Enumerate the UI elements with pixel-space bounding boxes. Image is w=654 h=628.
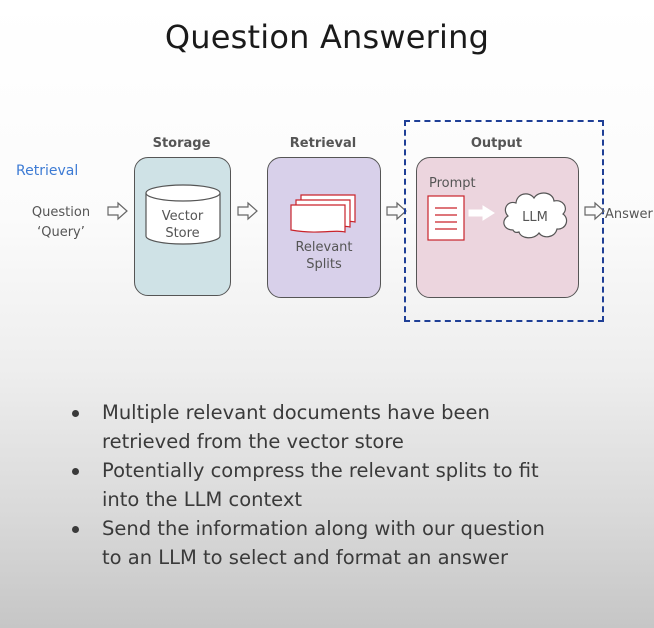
bullet-dot-icon — [72, 526, 79, 533]
output-highlight-frame — [404, 120, 604, 322]
answer-label: Answer — [605, 207, 653, 222]
bullet-item: Send the information along with our ques… — [70, 514, 630, 572]
bullet-text-line: to an LLM to select and format an answer — [102, 546, 509, 569]
bullet-text-line: Send the information along with our ques… — [102, 517, 545, 540]
bullet-text-line: into the LLM context — [102, 488, 302, 511]
query-label: ‘Query’ — [37, 225, 85, 240]
question-query-label: Question ‘Query’ — [22, 203, 100, 243]
arrow-storage-to-retrieval-icon — [237, 201, 258, 221]
retrieval-side-label: Retrieval — [16, 163, 79, 179]
page-title: Question Answering — [164, 18, 490, 56]
bullet-text-line: Multiple relevant documents have been — [102, 401, 490, 424]
vector-store-line2: Store — [165, 226, 200, 241]
arrow-question-to-storage-icon — [107, 201, 128, 221]
retrieval-heading: Retrieval — [289, 136, 357, 151]
relevant-splits-line2: Splits — [306, 257, 342, 272]
bullet-item: Multiple relevant documents have been re… — [70, 398, 630, 456]
bullet-item: Potentially compress the relevant splits… — [70, 456, 630, 514]
arrow-output-to-answer-icon — [584, 201, 605, 221]
bullet-dot-icon — [72, 468, 79, 475]
document-splits-icon — [290, 194, 356, 233]
retrieval-stage-box: Relevant Splits — [267, 157, 381, 298]
question-label: Question — [31, 205, 91, 220]
storage-stage-box: Vector Store — [134, 157, 231, 296]
bullet-dot-icon — [72, 410, 79, 417]
vector-store-label: Vector Store — [135, 208, 230, 242]
bullet-list: Multiple relevant documents have been re… — [70, 398, 630, 572]
relevant-splits-label: Relevant Splits — [268, 239, 380, 273]
vector-store-line1: Vector — [161, 209, 204, 224]
relevant-splits-line1: Relevant — [295, 240, 353, 255]
bullet-text-line: Potentially compress the relevant splits… — [102, 459, 539, 482]
storage-heading: Storage — [152, 136, 211, 151]
bullet-text-line: retrieved from the vector store — [102, 430, 404, 453]
